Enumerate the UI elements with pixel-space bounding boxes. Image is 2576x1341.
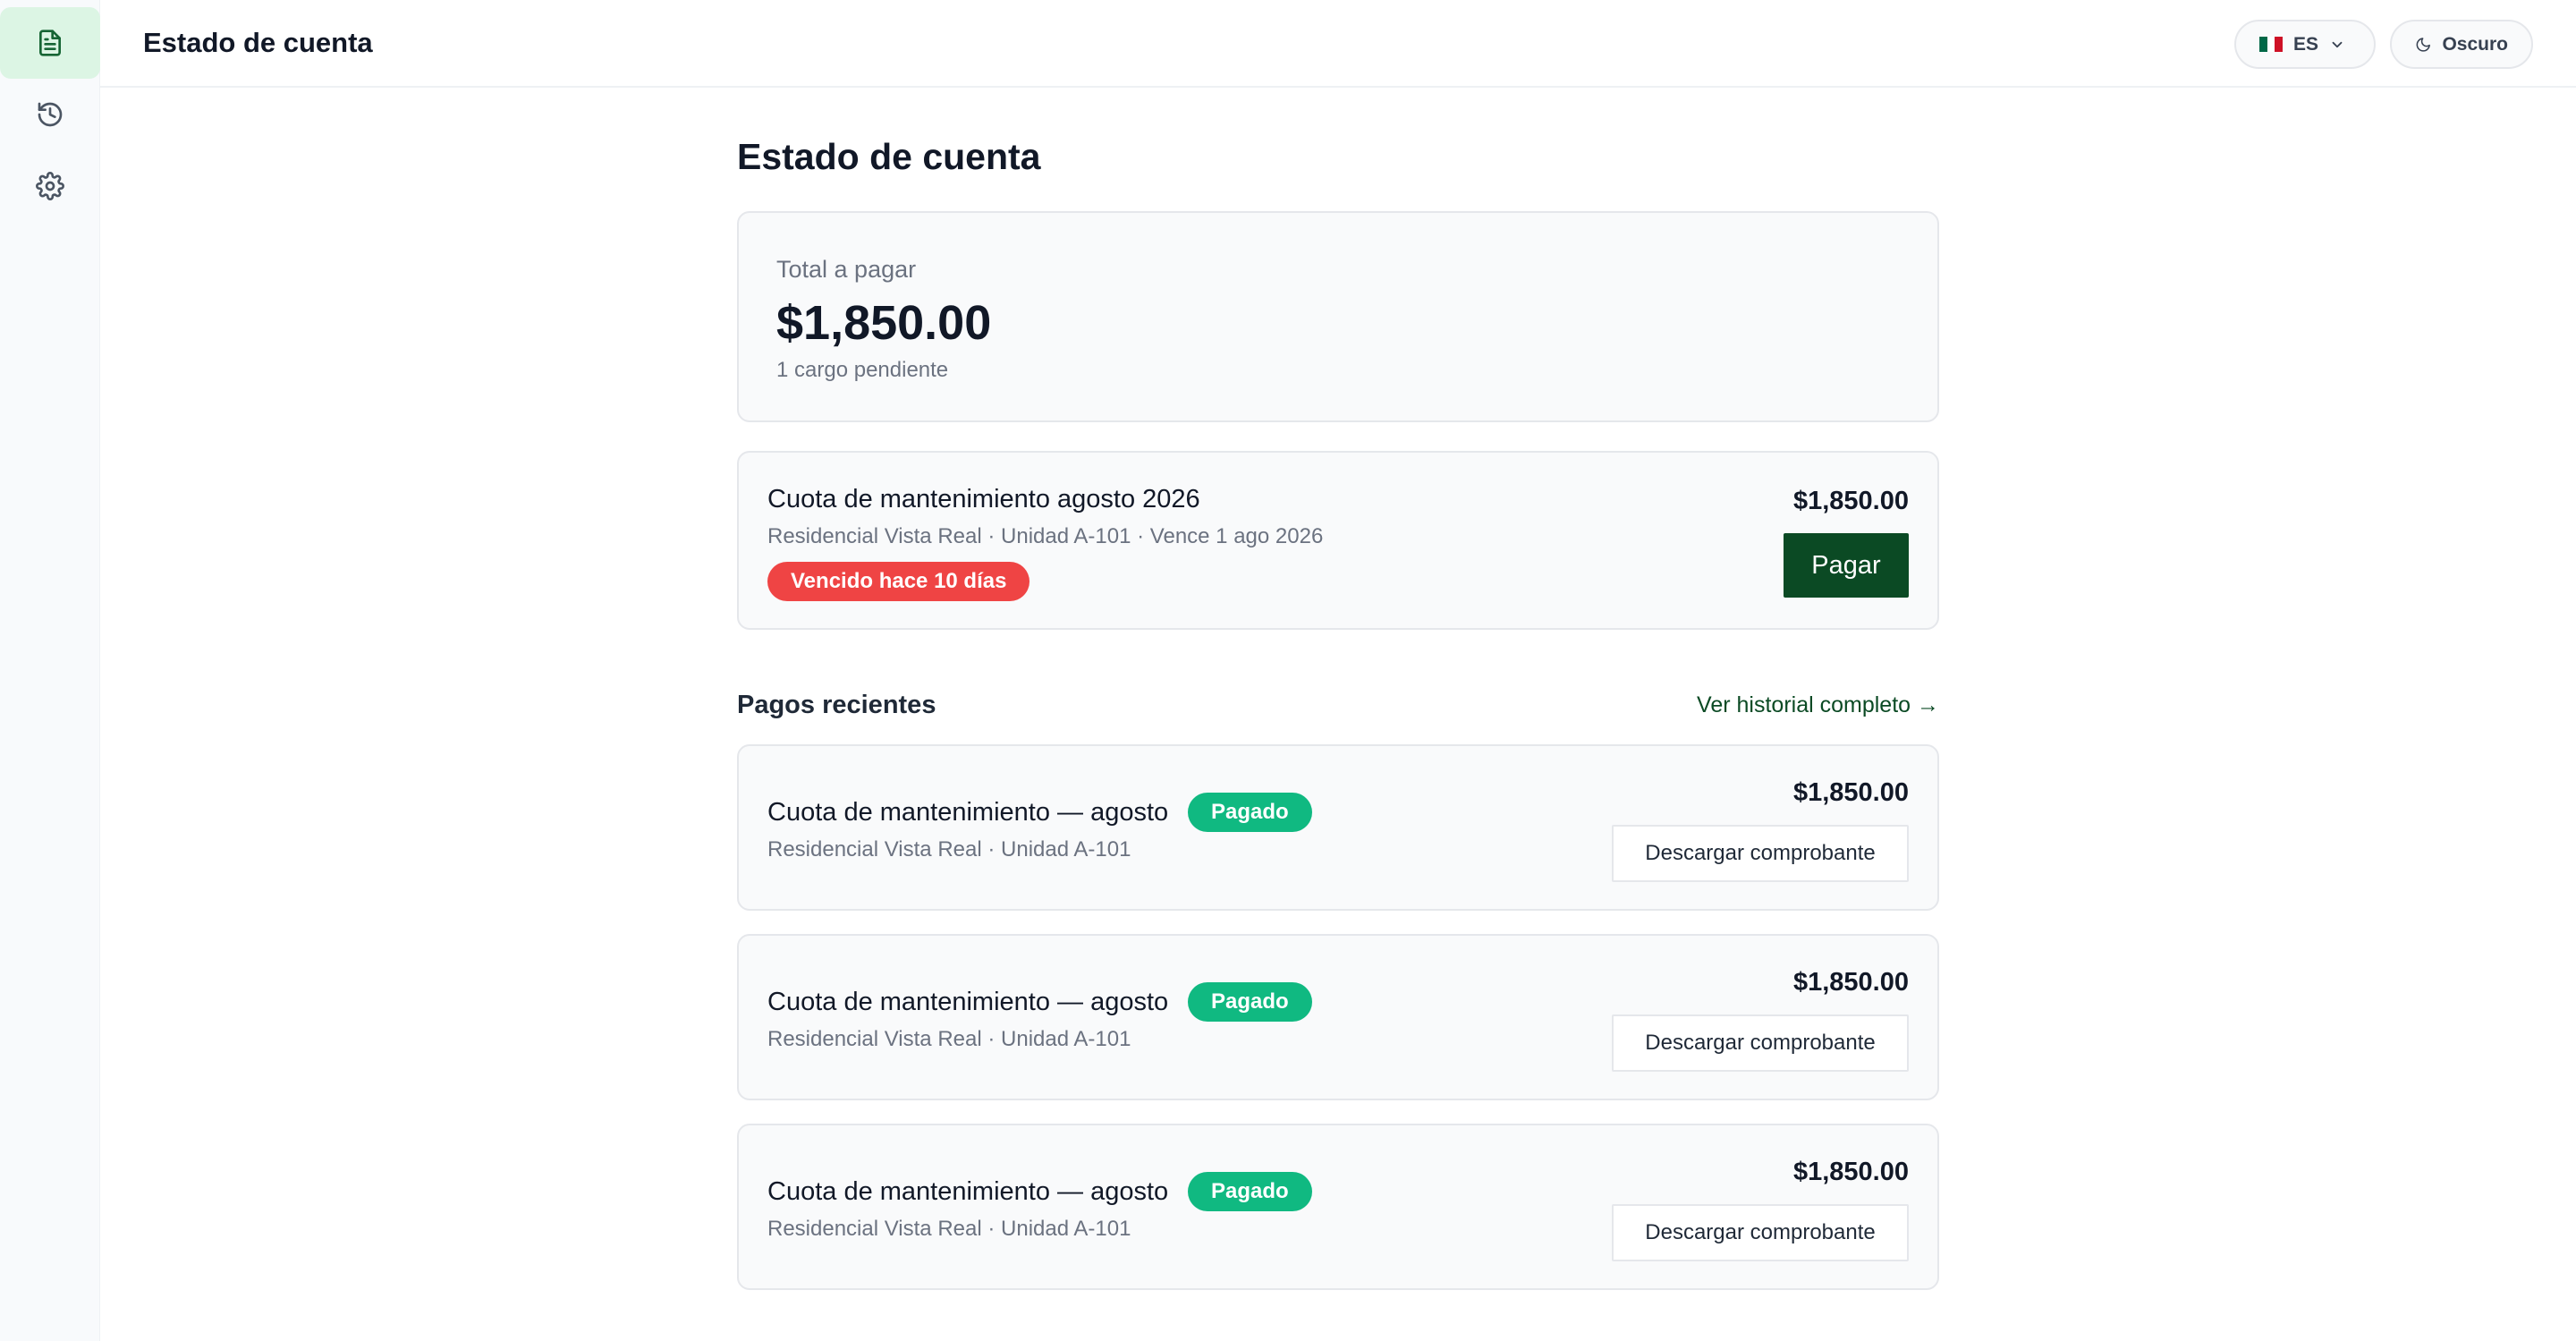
payment-card: Cuota de mantenimiento — agosto Pagado R… bbox=[737, 934, 1939, 1100]
charge-title: Cuota de mantenimiento agosto 2026 bbox=[767, 485, 1200, 513]
pay-button[interactable]: Pagar bbox=[1784, 533, 1909, 598]
payment-title: Cuota de mantenimiento — agosto bbox=[767, 1177, 1169, 1206]
sidebar bbox=[0, 0, 100, 1341]
chevron-down-icon bbox=[2332, 41, 2343, 47]
language-code: ES bbox=[2293, 33, 2319, 55]
payment-amount: $1,850.00 bbox=[1792, 778, 1909, 807]
download-receipt-button[interactable]: Descargar comprobante bbox=[1612, 1014, 1909, 1072]
top-header: Estado de cuenta ES Oscuro bbox=[100, 0, 2576, 88]
view-full-history-link[interactable]: Ver historial completo → bbox=[1697, 692, 1939, 718]
overdue-badge: Vencido hace 10 días bbox=[767, 562, 1030, 601]
gear-icon bbox=[36, 172, 64, 200]
payment-amount: $1,850.00 bbox=[1792, 968, 1909, 997]
payment-title: Cuota de mantenimiento — agosto bbox=[767, 798, 1169, 827]
sidebar-item-settings[interactable] bbox=[0, 150, 100, 222]
language-selector[interactable]: ES bbox=[2234, 20, 2376, 69]
paid-badge: Pagado bbox=[1188, 793, 1312, 832]
moon-icon bbox=[2416, 37, 2430, 52]
theme-toggle[interactable]: Oscuro bbox=[2390, 20, 2533, 69]
total-amount: $1,850.00 bbox=[776, 296, 992, 350]
document-icon bbox=[39, 30, 61, 56]
mexico-flag-icon bbox=[2259, 37, 2284, 52]
download-receipt-button[interactable]: Descargar comprobante bbox=[1612, 825, 1909, 882]
payment-card: Cuota de mantenimiento — agosto Pagado R… bbox=[737, 1124, 1939, 1290]
charge-subtitle: Residencial Vista Real · Unidad A-101 · … bbox=[767, 524, 1324, 548]
download-receipt-button[interactable]: Descargar comprobante bbox=[1612, 1204, 1909, 1261]
payment-subtitle: Residencial Vista Real · Unidad A-101 bbox=[767, 837, 1131, 861]
header-title: Estado de cuenta bbox=[143, 27, 373, 58]
payment-amount: $1,850.00 bbox=[1792, 1158, 1909, 1186]
total-label: Total a pagar bbox=[776, 256, 917, 283]
paid-badge: Pagado bbox=[1188, 982, 1312, 1022]
paid-badge: Pagado bbox=[1188, 1172, 1312, 1211]
sidebar-item-history[interactable] bbox=[0, 79, 100, 150]
pending-count: 1 cargo pendiente bbox=[776, 358, 949, 382]
payment-subtitle: Residencial Vista Real · Unidad A-101 bbox=[767, 1217, 1131, 1241]
charge-amount: $1,850.00 bbox=[1792, 487, 1909, 515]
page-title: Estado de cuenta bbox=[737, 136, 1041, 177]
payment-title: Cuota de mantenimiento — agosto bbox=[767, 988, 1169, 1016]
total-card: Total a pagar $1,850.00 1 cargo pendient… bbox=[737, 211, 1939, 422]
payment-subtitle: Residencial Vista Real · Unidad A-101 bbox=[767, 1027, 1131, 1051]
due-charge-card: Cuota de mantenimiento agosto 2026 Resid… bbox=[737, 451, 1939, 630]
theme-label: Oscuro bbox=[2442, 33, 2508, 55]
sidebar-item-statement[interactable] bbox=[0, 7, 100, 79]
recent-payments-title: Pagos recientes bbox=[737, 691, 936, 719]
payment-card: Cuota de mantenimiento — agosto Pagado R… bbox=[737, 744, 1939, 911]
history-icon bbox=[38, 102, 63, 127]
